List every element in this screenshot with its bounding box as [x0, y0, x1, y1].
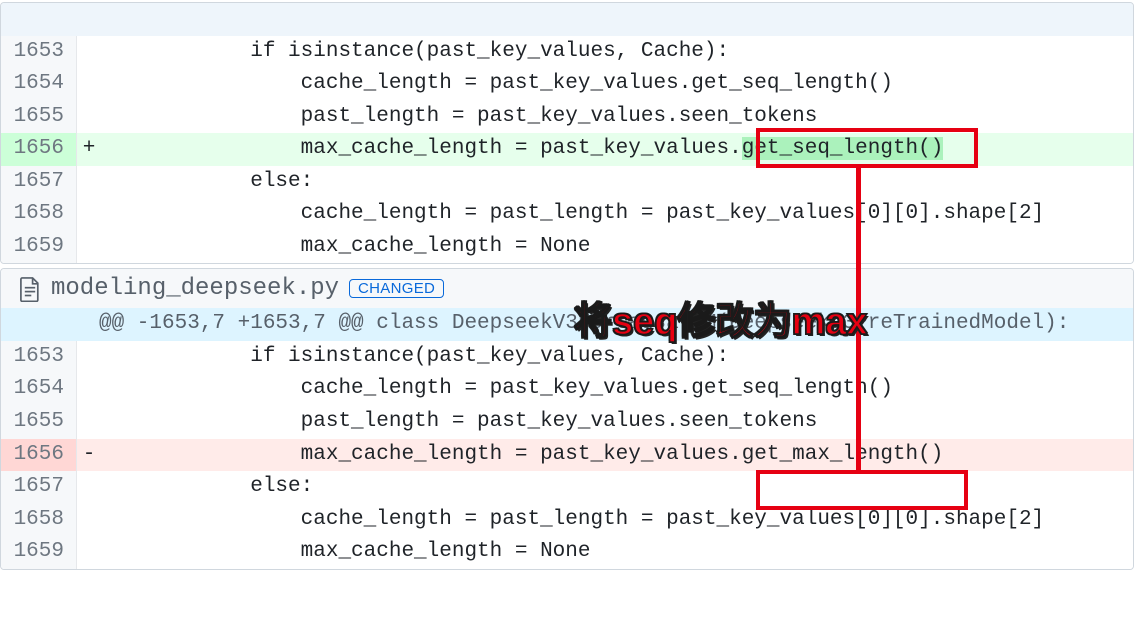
code-content: past_length = past_key_values.seen_token… [99, 406, 1134, 439]
diff-sign [77, 406, 99, 439]
line-number: 1659 [1, 231, 77, 264]
file-icon [19, 276, 41, 302]
diff-line-row: 1655 past_length = past_key_values.seen_… [1, 101, 1134, 134]
code-content: else: [99, 166, 1134, 199]
code-content: cache_length = past_length = past_key_va… [99, 504, 1134, 537]
line-number: 1653 [1, 341, 77, 374]
diff-sign: - [77, 439, 99, 472]
file-header: modeling_deepseek.py CHANGED [1, 269, 1133, 308]
diff-line-row: 1658 cache_length = past_length = past_k… [1, 504, 1134, 537]
diff-sign [77, 68, 99, 101]
code-content: max_cache_length = None [99, 231, 1134, 264]
diff-line-row: 1656+ max_cache_length = past_key_values… [1, 133, 1134, 166]
line-number: 1655 [1, 406, 77, 439]
line-number: 1655 [1, 101, 77, 134]
hunk-header-row: @@ -1653,7 +1653,7 @@ class DeepseekV3Fo… [1, 308, 1134, 341]
diff-sign [77, 198, 99, 231]
line-number: 1658 [1, 504, 77, 537]
diff-sign [77, 36, 99, 69]
line-number: 1657 [1, 471, 77, 504]
changed-badge: CHANGED [349, 279, 444, 298]
line-number: 1654 [1, 373, 77, 406]
hunk-header-text: @@ -1653,7 +1653,7 @@ class DeepseekV3Fo… [99, 308, 1134, 341]
code-content: cache_length = past_key_values.get_seq_l… [99, 68, 1134, 101]
code-content: past_length = past_key_values.seen_token… [99, 101, 1134, 134]
diff-sign [77, 166, 99, 199]
diff-line-row: 1657 else: [1, 166, 1134, 199]
diff-sign [77, 471, 99, 504]
code-content: cache_length = past_length = past_key_va… [99, 198, 1134, 231]
diff-line-row: 1659 max_cache_length = None [1, 231, 1134, 264]
code-content: if isinstance(past_key_values, Cache): [99, 341, 1134, 374]
diff-sign [77, 373, 99, 406]
line-number: 1657 [1, 166, 77, 199]
diff-line-row: 1654 cache_length = past_key_values.get_… [1, 68, 1134, 101]
diff-sign [77, 341, 99, 374]
file-name: modeling_deepseek.py [51, 275, 339, 302]
line-number: 1656 [1, 133, 77, 166]
line-number: 1659 [1, 536, 77, 569]
diff-sign: + [77, 133, 99, 166]
diff-panel-top[interactable]: 1653 if isinstance(past_key_values, Cach… [0, 2, 1134, 264]
line-number: 1656 [1, 439, 77, 472]
code-content: max_cache_length = None [99, 536, 1134, 569]
line-number: 1653 [1, 36, 77, 69]
highlight-added-token: get_seq_length() [742, 137, 944, 160]
diff-sign [77, 504, 99, 537]
diff-line-row: 1655 past_length = past_key_values.seen_… [1, 406, 1134, 439]
diff-panel-bottom[interactable]: modeling_deepseek.py CHANGED @@ -1653,7 … [0, 268, 1134, 569]
diff-line-row: 1659 max_cache_length = None [1, 536, 1134, 569]
line-number: 1654 [1, 68, 77, 101]
diff-sign [77, 231, 99, 264]
code-content: max_cache_length = past_key_values.get_m… [99, 439, 1134, 472]
diff-sign [77, 536, 99, 569]
diff-line-row: 1654 cache_length = past_key_values.get_… [1, 373, 1134, 406]
line-number: 1658 [1, 198, 77, 231]
diff-sign [77, 101, 99, 134]
diff-line-row: 1658 cache_length = past_length = past_k… [1, 198, 1134, 231]
code-content: cache_length = past_key_values.get_seq_l… [99, 373, 1134, 406]
diff-line-row: 1657 else: [1, 471, 1134, 504]
diff-line-row: 1653 if isinstance(past_key_values, Cach… [1, 341, 1134, 374]
code-content: if isinstance(past_key_values, Cache): [99, 36, 1134, 69]
diff-line-row: 1653 if isinstance(past_key_values, Cach… [1, 36, 1134, 69]
diff-line-row: 1656- max_cache_length = past_key_values… [1, 439, 1134, 472]
code-content: max_cache_length = past_key_values.get_s… [99, 133, 1134, 166]
hunk-info-row-blank [1, 3, 1134, 36]
code-content: else: [99, 471, 1134, 504]
